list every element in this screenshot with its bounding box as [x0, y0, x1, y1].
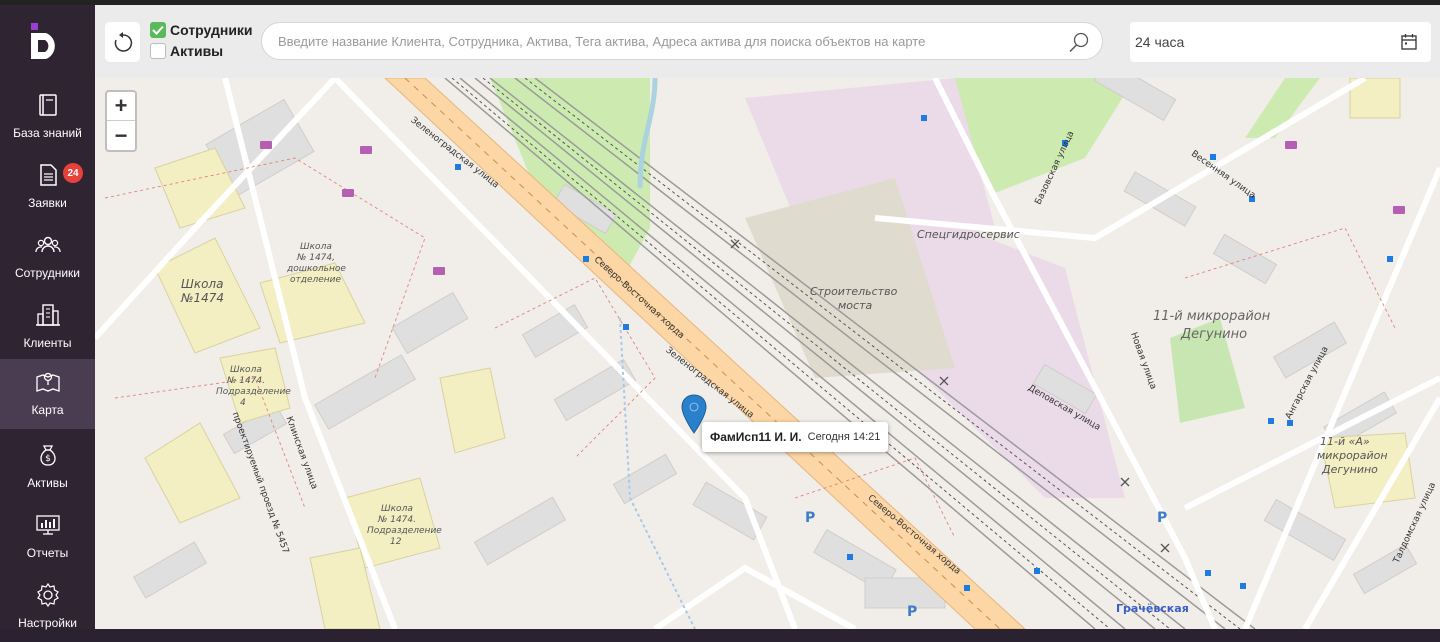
sidebar-item-clients[interactable]: Клиенты — [0, 292, 95, 362]
sidebar-item-label: Заявки — [28, 196, 67, 210]
station-label: Грачёвская — [1116, 602, 1189, 615]
period-value: 24 часа — [1135, 34, 1185, 50]
district-label: Дегунино — [1181, 327, 1248, 342]
requests-count-badge: 24 — [63, 163, 83, 183]
map-icon — [35, 372, 60, 392]
school-label: Подразделение — [367, 526, 442, 536]
sidebar-item-label: Активы — [27, 476, 68, 490]
app-logo[interactable] — [28, 21, 68, 61]
sidebar-item-employees[interactable]: Сотрудники — [0, 222, 95, 292]
assets-filter-checkbox[interactable]: Активы — [150, 42, 223, 60]
refresh-button[interactable] — [105, 22, 140, 62]
school-label: 12 — [390, 537, 402, 547]
search-icon[interactable] — [1068, 31, 1090, 53]
map-tiles: P P P — [95, 78, 1440, 629]
school-label: дошкольное — [287, 264, 346, 274]
map-search — [261, 22, 1103, 60]
assets-filter-label: Активы — [170, 43, 224, 59]
refresh-icon — [114, 32, 132, 52]
checkbox-unchecked-icon — [150, 43, 166, 59]
school-label: Подразделение — [216, 387, 291, 397]
sidebar-item-label: Отчеты — [26, 546, 69, 560]
district-label: Дегунино — [1322, 463, 1378, 476]
sidebar-item-label: Клиенты — [23, 336, 72, 350]
school-label: Школа — [230, 365, 262, 375]
sidebar-item-map[interactable]: Карта — [0, 359, 95, 429]
employee-location-tooltip: ФамИсп11 И. И. Сегодня 14:21 — [702, 422, 889, 452]
svg-text:P: P — [805, 510, 815, 526]
sidebar-item-label: Карта — [31, 403, 64, 417]
zoom-control: + − — [105, 90, 137, 152]
school-label: Школа — [181, 277, 224, 291]
area-label: моста — [838, 299, 873, 312]
sidebar: База знаний 24 Заявки Сотрудники Клиенты… — [0, 5, 95, 630]
company-label: Спецгидросервис — [917, 228, 1020, 241]
period-selector[interactable]: 24 часа — [1130, 22, 1431, 62]
monitor-chart-icon — [35, 515, 60, 535]
employee-name: ФамИсп11 И. И. — [710, 430, 802, 444]
document-icon — [39, 164, 57, 186]
school-label: № 1474, — [297, 253, 335, 263]
school-label: 4 — [240, 398, 246, 408]
sidebar-item-label: Настройки — [18, 616, 77, 630]
school-label: № 1474. — [227, 376, 265, 386]
map-view[interactable]: P P P + − 11-й микрорайон Дегунино 11-й … — [95, 78, 1440, 629]
district-label: микрорайон — [1317, 449, 1388, 462]
map-toolbar: Сотрудники Активы 24 часа — [95, 5, 1440, 78]
sidebar-item-assets[interactable]: $ Активы — [0, 432, 95, 502]
sidebar-item-knowledge-base[interactable]: База знаний — [0, 82, 95, 152]
area-label: Строительство — [810, 285, 898, 298]
money-bag-icon: $ — [39, 445, 56, 466]
sidebar-item-settings[interactable]: Настройки — [0, 572, 95, 642]
sidebar-item-reports[interactable]: Отчеты — [0, 502, 95, 572]
zoom-in-button[interactable]: + — [107, 92, 135, 121]
checkbox-checked-icon — [150, 22, 166, 38]
school-label: Школа — [300, 242, 332, 252]
district-label: 11-й «А» — [1320, 435, 1370, 448]
district-label: 11-й микрорайон — [1153, 309, 1271, 324]
sidebar-item-label: Сотрудники — [15, 266, 80, 280]
zoom-out-button[interactable]: − — [107, 121, 135, 150]
users-icon — [34, 236, 61, 253]
school-label: № 1474. — [378, 515, 416, 525]
school-label: отделение — [290, 275, 342, 285]
svg-text:P: P — [907, 604, 917, 620]
svg-text:$: $ — [45, 454, 51, 464]
employees-filter-checkbox[interactable]: Сотрудники — [150, 21, 253, 39]
gear-icon — [36, 582, 59, 608]
last-seen-time: Сегодня 14:21 — [807, 431, 881, 443]
buildings-icon — [35, 304, 60, 326]
sidebar-item-label: База знаний — [13, 126, 82, 140]
school-label: №1474 — [181, 291, 225, 305]
book-icon — [38, 94, 57, 116]
calendar-icon[interactable] — [1401, 33, 1417, 50]
employees-filter-label: Сотрудники — [170, 22, 253, 38]
svg-text:P: P — [1157, 510, 1167, 526]
school-label: Школа — [381, 504, 413, 514]
map-search-input[interactable] — [278, 23, 1058, 59]
sidebar-item-requests[interactable]: 24 Заявки — [0, 152, 95, 222]
